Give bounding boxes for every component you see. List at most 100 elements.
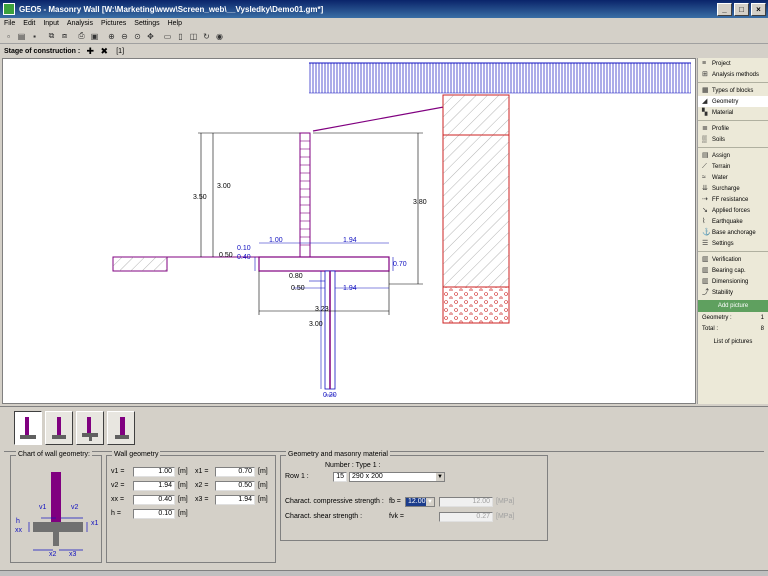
stability-icon: ⤴ — [702, 289, 709, 296]
panel-item-bearing-cap[interactable]: ▥ Bearing cap. — [698, 265, 768, 276]
list-of-pictures-button[interactable]: List of pictures — [702, 336, 764, 347]
panel-item-project[interactable]: ≡ Project — [698, 58, 768, 69]
xx-input[interactable]: 0.40 — [133, 494, 175, 505]
chart-label-h: h — [16, 518, 20, 525]
geometry-icon: ◢ — [702, 98, 708, 105]
field-v1: v1 = 1.00 [m] — [111, 466, 188, 477]
dim-1-94-bottom: 1.94 — [343, 285, 357, 292]
stage-bar: Stage of construction : ✚ ✖ [1] — [0, 45, 768, 58]
panel-item-dimensioning[interactable]: ▥ Dimensioning — [698, 276, 768, 287]
number-type-header: Number : Type 1 : — [325, 462, 381, 469]
menu-help[interactable]: Help — [168, 20, 182, 27]
status-bar — [0, 570, 768, 576]
panel-item-verification[interactable]: ▥ Verification — [698, 254, 768, 265]
add-picture-button[interactable]: Add picture — [698, 300, 768, 312]
close-button[interactable]: × — [751, 2, 766, 16]
v2-input[interactable]: 1.94 — [133, 480, 175, 491]
wall-shape-tab-4[interactable] — [107, 411, 135, 445]
view2-icon[interactable]: ◫ — [188, 31, 199, 42]
panel-item-profile[interactable]: ≣ Profile — [698, 123, 768, 134]
zoom-in-icon[interactable]: ⊕ — [106, 31, 117, 42]
surcharge-icon: ⇊ — [702, 185, 708, 192]
menu-edit[interactable]: Edit — [23, 20, 35, 27]
panel-item-settings[interactable]: ☰ Settings — [698, 238, 768, 249]
compressive-strength-value: 12.00 — [439, 496, 493, 507]
panel-item-analysis-methods[interactable]: ⊞ Analysis methods — [698, 69, 768, 80]
save-icon[interactable]: ▪ — [29, 31, 40, 42]
drawing-canvas[interactable]: 3.50 3.00 3.80 0.10 0.40 0.50 1.00 1.94 … — [2, 58, 696, 404]
panel-item-applied-forces[interactable]: ↘ Applied forces — [698, 205, 768, 216]
wall-shape-tab-2[interactable] — [45, 411, 73, 445]
masonry-title: Geometry and masonry material — [286, 451, 390, 458]
paste-icon[interactable]: ⧈ — [59, 31, 70, 42]
app-window: GEO5 - Masonry Wall [W:\Marketing\www\Sc… — [0, 0, 768, 576]
wall-shape-3-icon — [82, 417, 98, 441]
panel-item-stability[interactable]: ⤴ Stability — [698, 287, 768, 298]
panel-item-assign[interactable]: ▤ Assign — [698, 150, 768, 161]
menu-input[interactable]: Input — [43, 20, 59, 27]
menu-analysis[interactable]: Analysis — [67, 20, 93, 27]
dim-3-00-pile: 3.00 — [309, 321, 323, 328]
chevron-down-icon: ▼ — [436, 472, 444, 481]
wall-shape-tabs — [14, 411, 138, 445]
rotate-icon[interactable]: ↻ — [201, 31, 212, 42]
geo5-logo-icon — [3, 3, 15, 15]
field-v2: v2 = 1.94 [m] — [111, 480, 188, 491]
wall-footing — [258, 256, 390, 272]
copy-icon[interactable]: ⧉ — [46, 31, 57, 42]
zoom-fit-icon[interactable]: ⊙ — [132, 31, 143, 42]
wall-shape-1-icon — [20, 417, 36, 439]
panel-item-earthquake[interactable]: ⌇ Earthquake — [698, 216, 768, 227]
frame-icon[interactable]: ▭ — [162, 31, 173, 42]
stage-index-tab[interactable]: [1] — [116, 48, 124, 55]
x2-input[interactable]: 0.50 — [215, 480, 255, 491]
compressive-strength-select[interactable]: 12.00 ▼ — [405, 496, 435, 507]
panel-item-ff-resistance[interactable]: ⇢ FF resistance — [698, 194, 768, 205]
compressive-strength-field: Charact. compressive strength : fb = 12.… — [285, 496, 515, 507]
panel-item-soils[interactable]: ▒ Soils — [698, 134, 768, 145]
menu-settings[interactable]: Settings — [134, 20, 159, 27]
applied-forces-icon: ↘ — [702, 207, 708, 214]
panel-item-geometry[interactable]: ◢ Geometry — [698, 96, 768, 107]
wall-shape-tab-1[interactable] — [14, 411, 42, 445]
zoom-out-icon[interactable]: ⊖ — [119, 31, 130, 42]
row-1-number-input[interactable]: 15 — [333, 471, 347, 482]
wall-shape-tab-3[interactable] — [76, 411, 104, 445]
toolbar: ▫ ▤ ▪ ⧉ ⧈ ⎙ ▣ ⊕ ⊖ ⊙ ✥ ▭ ▯ ◫ ↻ ◉ — [0, 29, 768, 44]
title-bar[interactable]: GEO5 - Masonry Wall [W:\Marketing\www\Sc… — [0, 0, 768, 18]
assign-icon: ▤ — [702, 152, 709, 159]
dim-0-20: 0.20 — [323, 392, 337, 399]
panel-item-water[interactable]: ≈ Water — [698, 172, 768, 183]
open-icon[interactable]: ▤ — [16, 31, 27, 42]
total-pictures-count: Total :8 — [702, 325, 764, 332]
x3-input[interactable]: 1.94 — [215, 494, 255, 505]
pan-icon[interactable]: ✥ — [145, 31, 156, 42]
view-icon[interactable]: ▯ — [175, 31, 186, 42]
panel-item-base-anchorage[interactable]: ⚓ Base anchorage — [698, 227, 768, 238]
wall-shape-2-icon — [52, 417, 66, 439]
chart-of-wall-geometry-group: Chart of wall geometry: v1 v2 h xx x1 x2… — [10, 451, 102, 563]
row-1-type-select[interactable]: 290 x 200 ▼ — [349, 471, 445, 482]
menu-pictures[interactable]: Pictures — [101, 20, 126, 27]
v1-input[interactable]: 1.00 — [133, 466, 175, 477]
surcharge-load — [309, 62, 691, 94]
render-icon[interactable]: ◉ — [214, 31, 225, 42]
new-icon[interactable]: ▫ — [3, 31, 14, 42]
minimize-button[interactable]: _ — [717, 2, 732, 16]
maximize-button[interactable]: □ — [734, 2, 749, 16]
chart-label-x3: x3 — [69, 551, 77, 558]
export-icon[interactable]: ▣ — [89, 31, 100, 42]
add-stage-icon[interactable]: ✚ — [84, 46, 96, 57]
panel-item-terrain[interactable]: ⟋ Terrain — [698, 161, 768, 172]
h-input[interactable]: 0.10 — [133, 508, 175, 519]
blocks-icon: ▦ — [702, 87, 709, 94]
wall-pile — [324, 270, 336, 390]
print-icon[interactable]: ⎙ — [76, 31, 87, 42]
panel-item-types-of-blocks[interactable]: ▦ Types of blocks — [698, 85, 768, 96]
earthquake-icon: ⌇ — [702, 218, 706, 225]
panel-item-material[interactable]: ▚ Material — [698, 107, 768, 118]
menu-file[interactable]: File — [4, 20, 15, 27]
panel-item-surcharge[interactable]: ⇊ Surcharge — [698, 183, 768, 194]
remove-stage-icon[interactable]: ✖ — [98, 46, 110, 57]
x1-input[interactable]: 0.70 — [215, 466, 255, 477]
